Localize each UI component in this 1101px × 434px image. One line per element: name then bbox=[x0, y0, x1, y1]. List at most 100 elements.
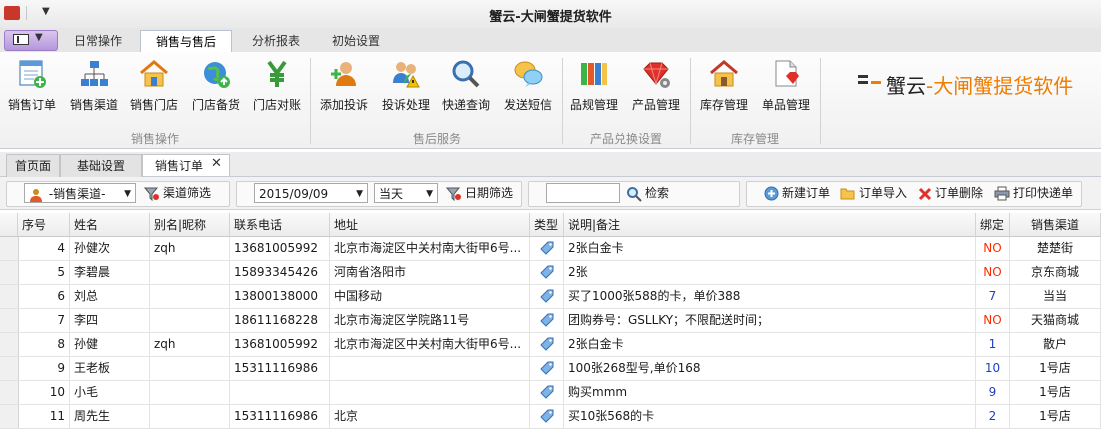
date-picker[interactable]: 2015/09/09 ▼ bbox=[254, 183, 368, 203]
row-indicator[interactable] bbox=[0, 357, 19, 380]
cell-type bbox=[530, 333, 564, 356]
close-tab-icon[interactable]: ✕ bbox=[211, 156, 222, 171]
cell-note: 100张268型号,单价168 bbox=[564, 357, 976, 380]
new-order-button[interactable]: 新建订单 bbox=[764, 183, 830, 203]
cell-note: 2张 bbox=[564, 261, 976, 284]
column-header-no[interactable]: 序号 bbox=[18, 213, 70, 237]
tab-daily-operations[interactable]: 日常操作 bbox=[60, 30, 136, 52]
tab-sales-aftersales[interactable]: 销售与售后 bbox=[140, 30, 232, 53]
complaint-handling-button[interactable]: 投诉处理 bbox=[378, 58, 434, 118]
search-input[interactable] bbox=[546, 183, 620, 203]
import-order-button[interactable]: 订单导入 bbox=[840, 183, 907, 203]
item-management-button[interactable]: 单品管理 bbox=[758, 58, 814, 118]
sales-store-button[interactable]: 销售门店 bbox=[128, 58, 180, 118]
cell-type bbox=[530, 381, 564, 404]
cell-bind: NO bbox=[976, 309, 1010, 332]
store-stocking-button[interactable]: 门店备货 bbox=[188, 58, 244, 118]
column-header-channel[interactable]: 销售渠道 bbox=[1010, 213, 1101, 237]
search-icon bbox=[627, 186, 642, 202]
channel-filter-label: 渠道筛选 bbox=[163, 186, 212, 200]
row-indicator[interactable] bbox=[0, 261, 19, 284]
brand-mark bbox=[858, 75, 868, 78]
tag-icon bbox=[539, 361, 553, 375]
window-title: 蟹云-大闸蟹提货软件 bbox=[489, 10, 612, 25]
table-row[interactable]: 9 王老板 15311116986 100张268型号,单价168 10 1号店 bbox=[0, 357, 1101, 381]
column-header-name[interactable]: 姓名 bbox=[70, 213, 150, 237]
column-header-alias[interactable]: 别名|昵称 bbox=[150, 213, 230, 237]
table-row[interactable]: 10 小毛 购买mmm 9 1号店 bbox=[0, 381, 1101, 405]
channel-select[interactable]: -销售渠道- ▼ bbox=[24, 183, 136, 203]
group-separator bbox=[562, 58, 563, 144]
row-indicator[interactable] bbox=[0, 405, 19, 428]
tab-initial-settings[interactable]: 初始设置 bbox=[318, 30, 394, 52]
spec-management-label: 品规管理 bbox=[569, 98, 618, 112]
column-header-note[interactable]: 说明|备注 bbox=[564, 213, 976, 237]
column-header-address[interactable]: 地址 bbox=[330, 213, 530, 237]
table-row[interactable]: 4 孙健次 zqh 13681005992 北京市海淀区中关村南大街甲6号... 2张白金… bbox=[0, 237, 1101, 261]
product-management-button[interactable]: 产品管理 bbox=[628, 58, 684, 118]
period-select[interactable]: 当天 ▼ bbox=[374, 183, 438, 203]
doc-tab-basic-settings[interactable]: 基础设置 bbox=[60, 154, 142, 177]
store-reconcile-button[interactable]: 门店对账 bbox=[250, 58, 304, 118]
table-row[interactable]: 6 刘总 13800138000 中国移动 买了1000张588的卡，单价388 7 当当 bbox=[0, 285, 1101, 309]
row-indicator[interactable] bbox=[0, 381, 19, 404]
cell-bind: NO bbox=[976, 237, 1010, 260]
column-header-phone[interactable]: 联系电话 bbox=[230, 213, 330, 237]
cell-bind: NO bbox=[976, 261, 1010, 284]
binders-icon bbox=[581, 63, 607, 85]
row-indicator[interactable] bbox=[0, 333, 19, 356]
search-button[interactable]: 检索 bbox=[626, 183, 669, 203]
cell-type bbox=[530, 261, 564, 284]
tab-analysis-reports[interactable]: 分析报表 bbox=[238, 30, 314, 52]
inventory-management-button[interactable]: 库存管理 bbox=[696, 58, 752, 118]
sales-order-label: 销售订单 bbox=[7, 98, 56, 112]
table-row[interactable]: 8 孙健 zqh 13681005992 北京市海淀区中关村南大街甲6号... 2张白金卡… bbox=[0, 333, 1101, 357]
add-complaint-label: 添加投诉 bbox=[319, 98, 368, 112]
row-indicator-header bbox=[0, 213, 18, 237]
app-menu-chevron-icon: ▼ bbox=[35, 32, 43, 43]
express-query-button[interactable]: 快递查询 bbox=[440, 58, 492, 118]
delete-order-button[interactable]: 订单删除 bbox=[918, 183, 983, 203]
row-indicator[interactable] bbox=[0, 285, 19, 308]
cell-no: 4 bbox=[18, 237, 70, 260]
filter-icon bbox=[445, 187, 461, 201]
cell-name: 李四 bbox=[70, 309, 150, 332]
row-indicator[interactable] bbox=[0, 309, 19, 332]
cell-no: 5 bbox=[18, 261, 70, 284]
brand-name: 蟹云 bbox=[886, 74, 926, 98]
table-row[interactable]: 5 李碧晨 15893345426 河南省洛阳市 2张 NO 京东商城 bbox=[0, 261, 1101, 285]
column-header-type[interactable]: 类型 bbox=[530, 213, 564, 237]
table-row[interactable]: 7 李四 18611168228 北京市海淀区学院路11号 团购券号：GSLLKY；不限… bbox=[0, 309, 1101, 333]
cell-alias bbox=[150, 261, 230, 284]
doc-tab-home[interactable]: 首页面 bbox=[6, 154, 60, 177]
cell-type bbox=[530, 405, 564, 428]
globe-icon bbox=[204, 62, 230, 88]
cell-name: 刘总 bbox=[70, 285, 150, 308]
sales-channel-button[interactable]: 销售渠道 bbox=[68, 58, 120, 118]
tag-icon bbox=[539, 241, 553, 255]
group-label-product-exchange: 产品兑换设置 bbox=[589, 132, 662, 146]
channel-filter-button[interactable]: 渠道筛选 bbox=[143, 183, 212, 203]
tag-icon bbox=[539, 265, 553, 279]
add-circle-icon bbox=[764, 186, 779, 201]
group-label-inventory: 库存管理 bbox=[730, 132, 779, 146]
cell-address: 河南省洛阳市 bbox=[330, 261, 530, 284]
table-row[interactable]: 11 周先生 15311116986 北京 买10张568的卡 2 1号店 bbox=[0, 405, 1101, 429]
cell-bind: 1 bbox=[976, 333, 1010, 356]
express-query-label: 快递查询 bbox=[441, 98, 490, 112]
app-menu-button[interactable]: ▼ bbox=[4, 30, 58, 51]
filter-icon bbox=[143, 187, 159, 201]
cell-phone: 13681005992 bbox=[230, 237, 330, 260]
cell-phone: 13681005992 bbox=[230, 333, 330, 356]
spec-management-button[interactable]: 品规管理 bbox=[568, 58, 620, 118]
row-indicator[interactable] bbox=[0, 237, 19, 260]
channel-select-value: -销售渠道- bbox=[48, 187, 106, 201]
inventory-management-label: 库存管理 bbox=[699, 98, 748, 112]
send-sms-label: 发送短信 bbox=[503, 98, 552, 112]
add-complaint-button[interactable]: 添加投诉 bbox=[318, 58, 370, 118]
column-header-bind[interactable]: 绑定 bbox=[976, 213, 1010, 237]
sales-order-button[interactable]: 销售订单 bbox=[6, 58, 58, 118]
print-express-button[interactable]: 打印快递单 bbox=[994, 183, 1073, 203]
date-filter-button[interactable]: 日期筛选 bbox=[445, 183, 513, 203]
send-sms-button[interactable]: 发送短信 bbox=[500, 58, 556, 118]
